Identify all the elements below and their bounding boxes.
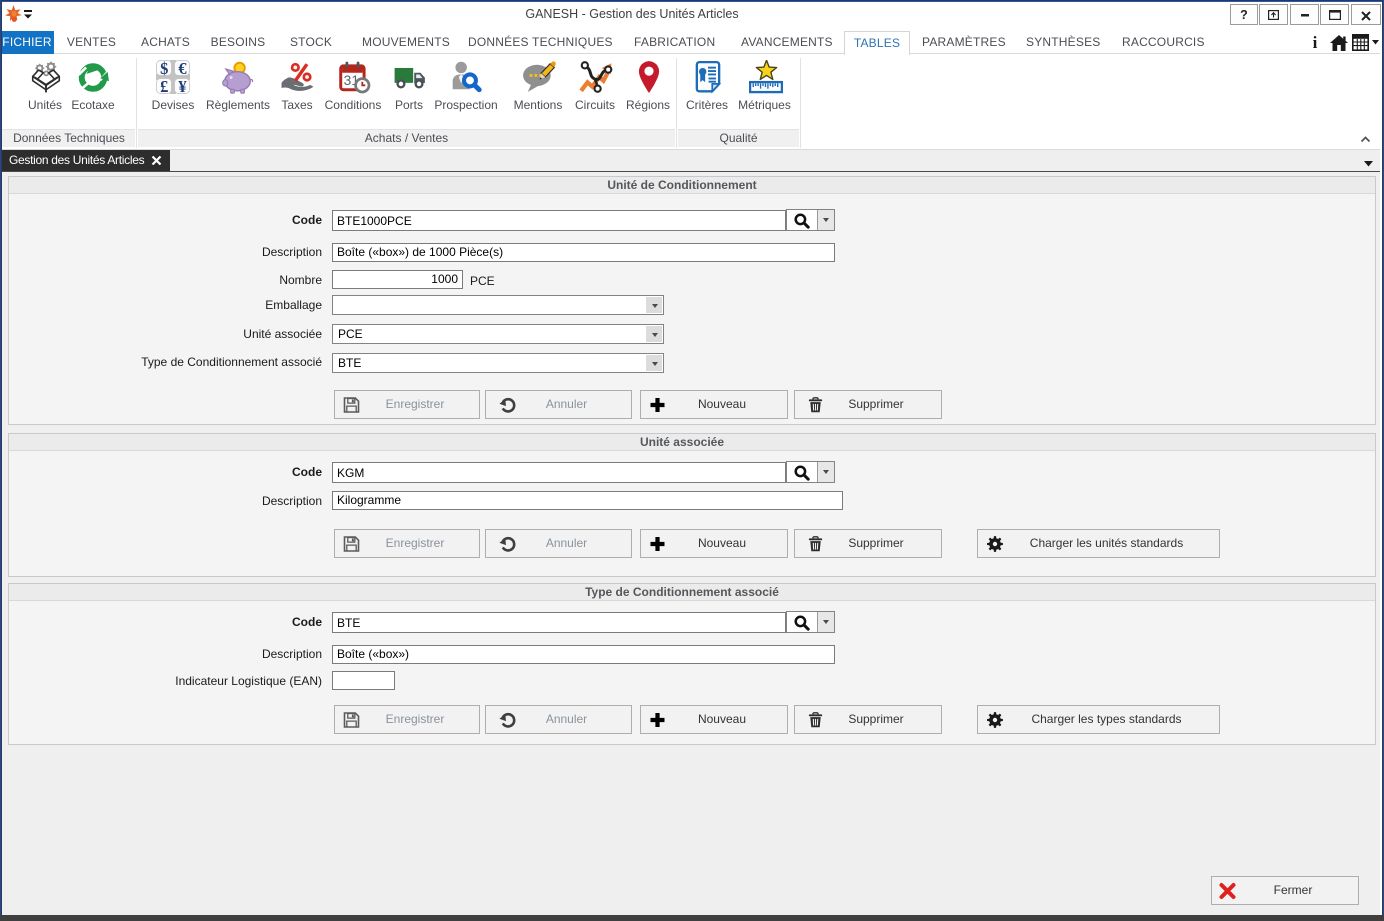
svg-text:£: £ bbox=[160, 77, 168, 94]
svg-text:¥: ¥ bbox=[178, 77, 187, 94]
svg-text:€: € bbox=[178, 60, 187, 78]
svg-text:$: $ bbox=[160, 60, 168, 78]
